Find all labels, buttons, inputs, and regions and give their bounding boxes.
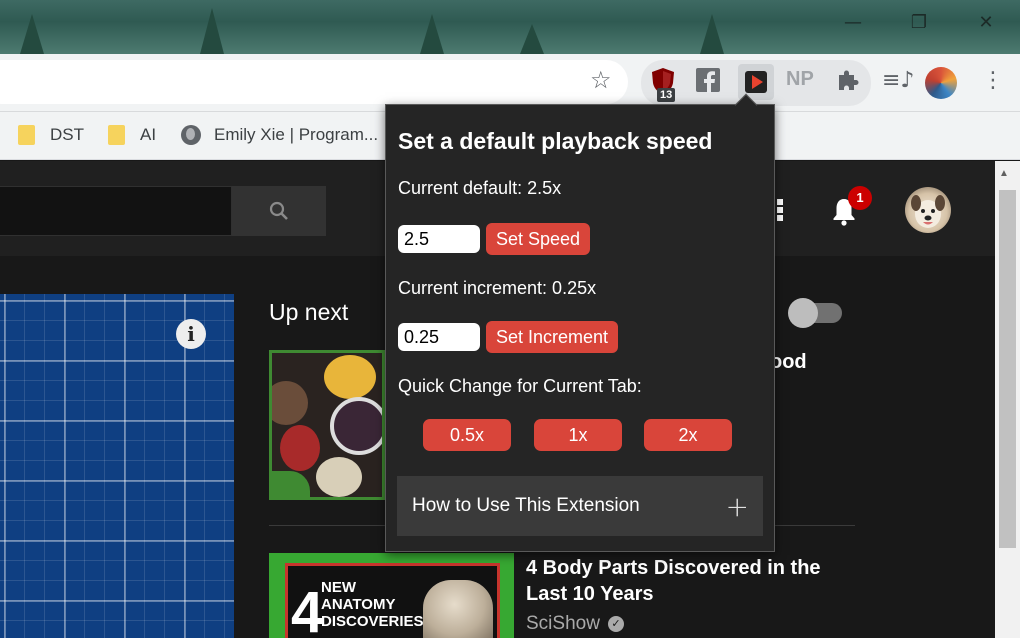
video-thumbnail[interactable]: 4 NEW ANATOMY DISCOVERIES: [269, 553, 514, 638]
bookmark-ai[interactable]: AI: [108, 125, 156, 145]
ublock-count-badge: 13: [657, 88, 676, 102]
speed-input[interactable]: [398, 225, 480, 253]
folder-icon: [18, 125, 35, 145]
set-speed-button[interactable]: Set Speed: [486, 223, 591, 255]
increment-input[interactable]: [398, 323, 480, 351]
close-window-button[interactable]: ✕: [973, 10, 999, 36]
bookmark-dst[interactable]: DST: [18, 125, 84, 145]
current-increment-text: Current increment: 0.25x: [398, 278, 597, 298]
info-icon[interactable]: i: [176, 319, 206, 349]
video-title-partial[interactable]: ood: [770, 351, 807, 374]
scrollbar-thumb[interactable]: [999, 190, 1016, 548]
np-extension-icon[interactable]: NP: [786, 68, 814, 91]
autoplay-toggle-knob[interactable]: [788, 298, 818, 328]
video-channel[interactable]: SciShow ✓: [526, 613, 624, 635]
video-thumbnail[interactable]: [269, 350, 385, 500]
up-next-heading: Up next: [269, 299, 349, 325]
anatomy-figure-icon: [423, 580, 493, 638]
bookmark-emily-xie[interactable]: Emily Xie | Program...: [181, 125, 378, 145]
current-default-text: Current default: 2.5x: [398, 178, 562, 198]
how-to-use-accordion[interactable]: How to Use This Extension +: [397, 476, 763, 536]
verified-check-icon: ✓: [607, 616, 624, 632]
notification-count-badge: 1: [848, 186, 872, 210]
set-increment-button[interactable]: Set Increment: [486, 321, 619, 353]
restore-button[interactable]: ❐: [906, 10, 932, 36]
minimize-button[interactable]: —: [840, 10, 866, 36]
scroll-up-arrow-icon[interactable]: ▲: [999, 168, 1009, 179]
address-bar[interactable]: [0, 60, 628, 104]
expand-plus-icon[interactable]: +: [726, 490, 749, 523]
youtube-search-button[interactable]: [232, 186, 326, 236]
speed-2x-button[interactable]: 2x: [644, 419, 732, 451]
popup-title: Set a default playback speed: [398, 128, 713, 154]
facebook-icon[interactable]: [694, 66, 726, 98]
youtube-account-avatar[interactable]: [905, 187, 951, 233]
bookmark-label: Emily Xie | Program...: [214, 125, 379, 144]
thumbnail-text: NEW ANATOMY DISCOVERIES: [321, 579, 424, 630]
thumbnail-number: 4: [291, 580, 324, 638]
background-tree: [420, 14, 444, 54]
bookmark-label: AI: [140, 125, 157, 144]
background-tree: [700, 14, 724, 54]
browser-menu-icon[interactable]: ⋮: [982, 68, 1004, 93]
background-tree: [520, 24, 544, 54]
youtube-search-input[interactable]: [0, 186, 232, 236]
background-tree: [20, 14, 44, 54]
puzzle-extensions-icon[interactable]: [834, 66, 866, 98]
how-to-use-label: How to Use This Extension: [412, 495, 640, 516]
folder-icon: [108, 125, 125, 145]
bookmark-label: DST: [50, 125, 84, 144]
globe-icon: [181, 125, 201, 145]
channel-name: SciShow: [526, 613, 600, 634]
speed-0.5x-button[interactable]: 0.5x: [423, 419, 511, 451]
quick-change-label: Quick Change for Current Tab:: [398, 376, 642, 396]
bookmark-star-icon[interactable]: ☆: [590, 66, 612, 94]
profile-avatar[interactable]: [925, 67, 957, 99]
search-icon: [269, 201, 288, 220]
background-tree: [200, 8, 224, 54]
video-title[interactable]: 4 Body Parts Discovered in the Last 10 Y…: [526, 555, 826, 607]
media-controls-icon[interactable]: ≡♪: [882, 68, 914, 93]
window-titlebar: [0, 0, 1020, 54]
speed-1x-button[interactable]: 1x: [534, 419, 622, 451]
